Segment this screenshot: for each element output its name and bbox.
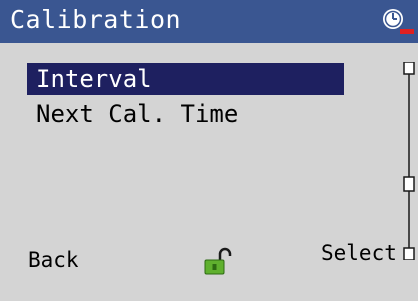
back-softkey[interactable]: Back <box>28 247 79 273</box>
scrollbar[interactable] <box>403 62 415 260</box>
screen-title: Calibration <box>10 5 182 34</box>
menu-item-next-cal-time[interactable]: Next Cal. Time <box>27 98 344 130</box>
menu-item-label: Interval <box>36 65 152 93</box>
menu-item-label: Next Cal. Time <box>36 100 239 128</box>
menu-item-interval[interactable]: Interval <box>27 63 344 95</box>
clock-alarm-icon <box>383 9 414 34</box>
select-softkey[interactable]: Select <box>321 240 397 266</box>
unlocked-padlock-icon <box>204 247 232 275</box>
title-bar: Calibration <box>0 0 418 43</box>
